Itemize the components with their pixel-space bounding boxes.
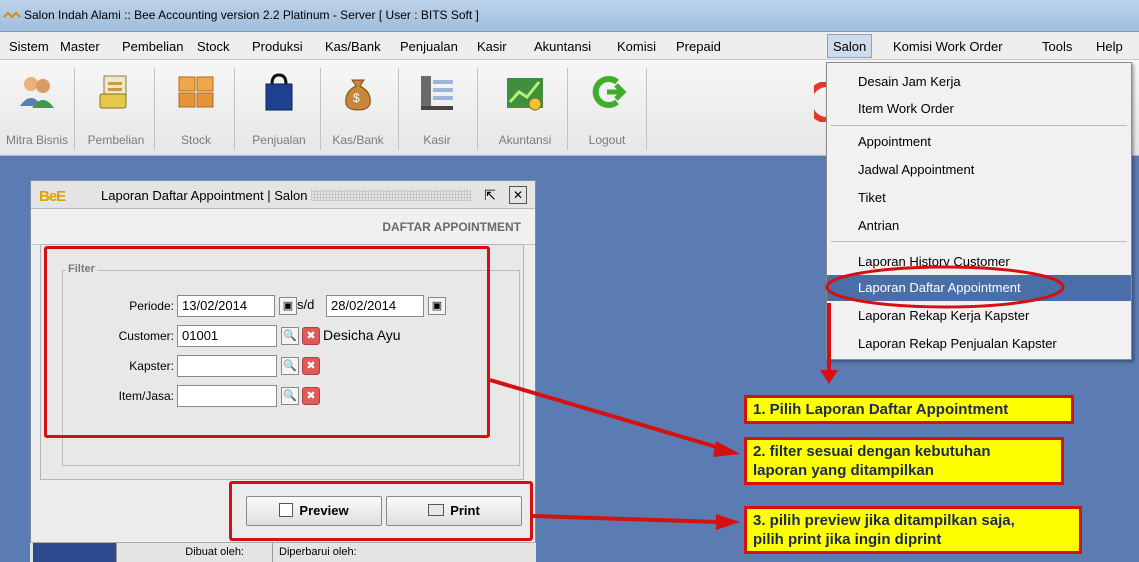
app-root: Salon Indah Alami :: Bee Accounting vers…: [0, 0, 1139, 562]
report-window-title: Laporan Daftar Appointment | Salon: [101, 188, 308, 203]
menu-kas-bank[interactable]: Kas/Bank: [325, 39, 381, 54]
toolbar-divider: [477, 68, 478, 150]
menu-separator: [831, 125, 1127, 126]
report-header: DAFTAR APPOINTMENT: [31, 209, 535, 245]
menu-item-laporan-history-customer[interactable]: Laporan History Customer: [827, 249, 1131, 275]
cash-register-icon: [421, 76, 453, 110]
filter-highlight-box: [44, 246, 490, 438]
window-titlebar: Salon Indah Alami :: Bee Accounting vers…: [0, 0, 1139, 32]
menu-item-item-work-order[interactable]: Item Work Order: [827, 96, 1131, 122]
toolbar-divider: [320, 68, 321, 150]
menu-sistem[interactable]: Sistem: [9, 39, 49, 54]
status-bar: Dibuat oleh: Diperbarui oleh:: [30, 542, 536, 562]
toolbar-divider: [398, 68, 399, 150]
menu-item-laporan-daftar-appointment[interactable]: Laporan Daftar Appointment: [827, 275, 1131, 301]
toolbar-label: Kasir: [423, 133, 451, 147]
menu-komisi[interactable]: Komisi: [617, 39, 656, 54]
svg-text:$: $: [353, 91, 360, 105]
callout-step-2: 2. filter sesuai dengan kebutuhan lapora…: [744, 437, 1064, 485]
status-updated: Diperbarui oleh:: [273, 543, 535, 562]
menu-produksi[interactable]: Produksi: [252, 39, 303, 54]
titlebar-grip: [311, 189, 471, 201]
growth-chart-icon: [507, 78, 543, 111]
menu-salon[interactable]: Salon: [827, 34, 873, 58]
purchase-icon: [99, 75, 127, 109]
status-updated-label: Diperbarui oleh:: [279, 546, 357, 558]
menu-item-laporan-rekap-kerja-kapster[interactable]: Laporan Rekap Kerja Kapster: [827, 303, 1131, 329]
status-created: Dibuat oleh:: [117, 543, 273, 562]
callout-step-3-line-2: pilih print jika ingin diprint: [753, 531, 942, 548]
toolbar-divider: [234, 68, 235, 150]
toolbar-pembelian-button[interactable]: Pembelian: [81, 60, 151, 156]
menu-prepaid[interactable]: Prepaid: [676, 39, 721, 54]
menu-item-desain-jam-kerja[interactable]: Desain Jam Kerja: [827, 69, 1131, 95]
toolbar-divider: [154, 68, 155, 150]
status-indicator: [33, 543, 117, 562]
menu-help[interactable]: Help: [1096, 39, 1123, 54]
toolbar-label: Penjualan: [252, 133, 306, 147]
menu-item-jadwal-appointment[interactable]: Jadwal Appointment: [827, 157, 1131, 183]
menu-item-antrian[interactable]: Antrian: [827, 213, 1131, 239]
toolbar-divider: [74, 68, 75, 150]
salon-dropdown-menu: Desain Jam Kerja Item Work Order Appoint…: [826, 62, 1132, 360]
menu-tools[interactable]: Tools: [1042, 39, 1072, 54]
menu-item-appointment[interactable]: Appointment: [827, 129, 1131, 155]
buttons-highlight-box: [229, 481, 533, 541]
report-window-titlebar[interactable]: BeE Laporan Daftar Appointment | Salon ⇱…: [31, 181, 535, 209]
menu-item-tiket[interactable]: Tiket: [827, 185, 1131, 211]
toolbar-label: Akuntansi: [498, 133, 552, 147]
toolbar-mitra-bisnis-button[interactable]: Mitra Bisnis: [2, 60, 72, 156]
toolbar-kasir-button[interactable]: Kasir: [402, 60, 472, 156]
toolbar-label: Stock: [180, 133, 211, 147]
toolbar-label: Logout: [588, 133, 626, 147]
callout-step-1-text: 1. Pilih Laporan Daftar Appointment: [753, 401, 1009, 418]
callout-step-2-line-2: laporan yang ditampilkan: [753, 462, 934, 479]
toolbar-stock-button[interactable]: Stock: [161, 60, 231, 156]
callout-step-3-line-1: 3. pilih preview jika ditampilkan saja,: [753, 512, 1015, 529]
close-icon[interactable]: ✕: [509, 186, 527, 204]
toolbar-penjualan-button[interactable]: Penjualan: [244, 60, 314, 156]
toolbar-label: Kas/Bank: [332, 133, 384, 147]
toolbar-divider: [567, 68, 568, 150]
menu-separator: [831, 241, 1127, 242]
menu-item-laporan-rekap-penjualan-kapster[interactable]: Laporan Rekap Penjualan Kapster: [827, 331, 1131, 357]
bee-logo: BeE: [39, 188, 66, 205]
window-title: Salon Indah Alami :: Bee Accounting vers…: [24, 8, 479, 22]
menu-stock[interactable]: Stock: [197, 39, 230, 54]
toolbar-label: Mitra Bisnis: [5, 133, 68, 147]
menu-bar: Sistem Master Pembelian Stock Produksi K…: [0, 32, 1139, 60]
toolbar-logout-button[interactable]: Logout: [572, 60, 642, 156]
restore-icon[interactable]: ⇱: [481, 186, 499, 204]
money-bag-icon: $: [345, 79, 371, 111]
menu-master[interactable]: Master: [60, 39, 100, 54]
report-header-title: DAFTAR APPOINTMENT: [382, 220, 521, 234]
callout-step-3: 3. pilih preview jika ditampilkan saja, …: [744, 506, 1082, 554]
shopping-bag-icon: [265, 73, 293, 111]
status-created-label: Dibuat oleh:: [185, 546, 244, 558]
menu-penjualan[interactable]: Penjualan: [400, 39, 458, 54]
menu-pembelian[interactable]: Pembelian: [122, 39, 183, 54]
toolbar-divider: [646, 68, 647, 150]
toolbar-kas-bank-button[interactable]: $ Kas/Bank: [323, 60, 393, 156]
menu-akuntansi[interactable]: Akuntansi: [534, 39, 591, 54]
toolbar-label: Pembelian: [87, 133, 145, 147]
users-icon: [20, 77, 54, 108]
app-icon: [3, 11, 21, 19]
menu-komisi-work-order[interactable]: Komisi Work Order: [893, 39, 1003, 54]
callout-step-1: 1. Pilih Laporan Daftar Appointment: [744, 395, 1074, 424]
callout-step-2-line-1: 2. filter sesuai dengan kebutuhan: [753, 443, 991, 460]
toolbar-akuntansi-button[interactable]: Akuntansi: [490, 60, 560, 156]
logout-arrow-icon: [592, 76, 627, 108]
boxes-icon: [178, 76, 214, 108]
menu-kasir[interactable]: Kasir: [477, 39, 507, 54]
